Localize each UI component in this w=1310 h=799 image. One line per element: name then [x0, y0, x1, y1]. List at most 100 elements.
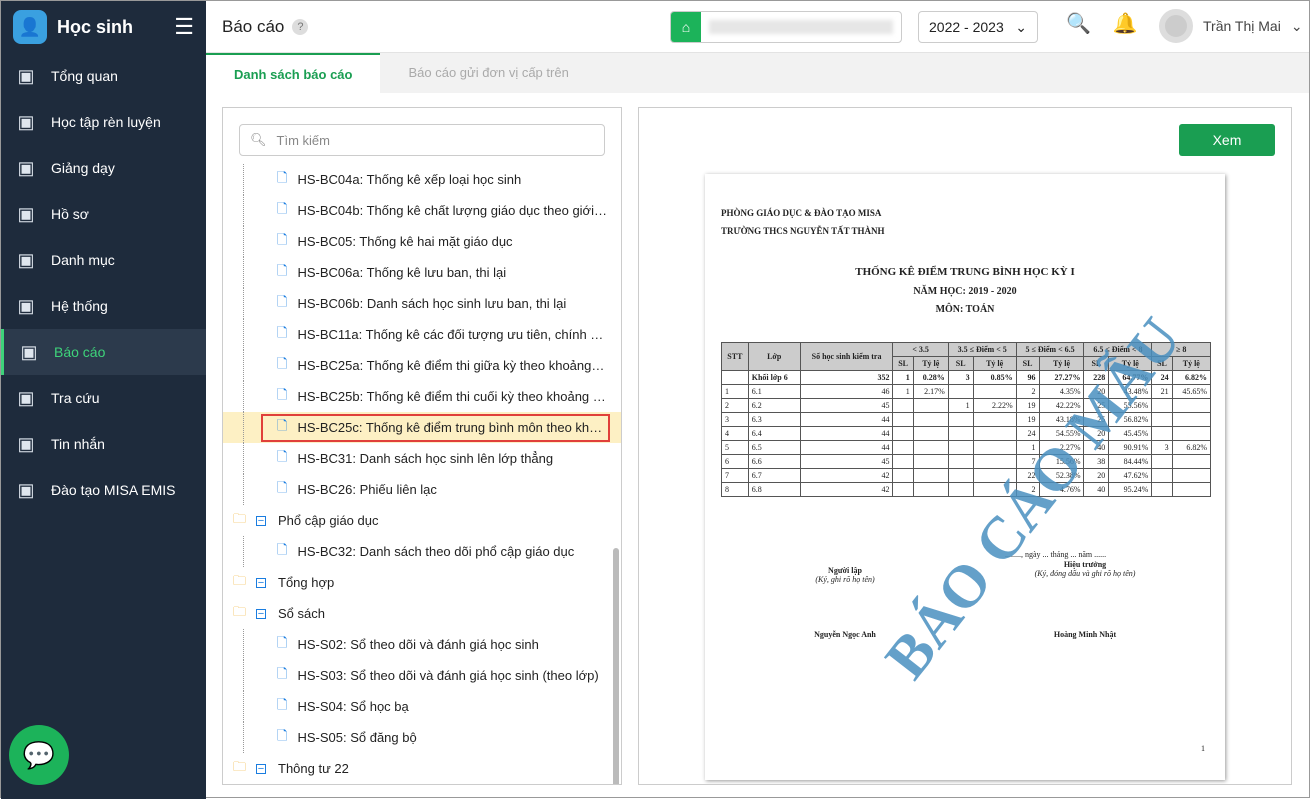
- table-cell: 3: [947, 370, 974, 385]
- th: Tỷ lệ: [972, 356, 1017, 371]
- sidebar-item[interactable]: ▣ Học tập rèn luyện: [1, 99, 206, 145]
- table-cell: [947, 454, 974, 469]
- tree-report-item[interactable]: 🗋 HS-BC32: Danh sách theo dõi phổ cập giá…: [223, 536, 621, 567]
- tree-folder[interactable]: 🗀 − Sổ sách: [223, 598, 621, 629]
- table-cell: [1151, 398, 1173, 413]
- chevron-down-icon: ⌄: [1290, 17, 1303, 34]
- sidebar-item[interactable]: ▣ Tin nhắn: [1, 421, 206, 467]
- tree-folder[interactable]: 🗀 − Thông tư 22: [223, 753, 621, 784]
- table-row: 5 6.5 44 1 2.27% 40 90.91% 3 6.82%: [721, 440, 1212, 455]
- file-icon: 🗋: [277, 479, 288, 495]
- th: Lớp: [747, 342, 801, 371]
- table-cell: [947, 412, 974, 427]
- book-icon: ▣: [17, 111, 35, 132]
- sidebar-item[interactable]: ▣ Tổng quan: [1, 53, 206, 99]
- table-cell: 47.62%: [1108, 468, 1153, 483]
- tree-report-item[interactable]: 🗋 HS-BC11a: Thống kê các đối tượng ưu tiê…: [223, 319, 621, 350]
- sidebar-item[interactable]: ▣ Hồ sơ: [1, 191, 206, 237]
- table-cell: [972, 454, 1017, 469]
- table-cell: 27.27%: [1038, 370, 1085, 385]
- sidebar-item-label: Tổng quan: [51, 68, 118, 84]
- table-cell: 95.24%: [1108, 482, 1153, 497]
- sidebar-item[interactable]: ▣ Báo cáo: [1, 329, 206, 375]
- table-cell: 2: [721, 398, 749, 413]
- app-logo-icon: 👤: [13, 10, 47, 44]
- collapse-icon[interactable]: −: [256, 763, 267, 774]
- table-cell: [947, 426, 974, 441]
- report-label: HS-BC26: Phiếu liên lạc: [297, 482, 437, 497]
- page-number: 1: [1201, 744, 1205, 753]
- menu-toggle-icon[interactable]: ☰: [174, 14, 194, 40]
- tree-folder[interactable]: 🗀 − Tổng hợp: [223, 567, 621, 598]
- tree-report-item[interactable]: 🗋 HS-BC25b: Thống kê điểm thi cuối kỳ the…: [223, 381, 621, 412]
- tree-report-item[interactable]: 🗋 HS-S05: Sổ đăng bộ: [223, 722, 621, 753]
- th: 3.5 ≤ Điểm < 5: [947, 342, 1017, 357]
- tree-report-item[interactable]: 🗋 HS-BC26: Phiếu liên lạc: [223, 474, 621, 505]
- collapse-icon[interactable]: −: [256, 608, 267, 619]
- search-chart-icon[interactable]: 🔍: [1066, 11, 1091, 36]
- search-input[interactable]: 🔍︎ Tìm kiếm: [239, 124, 605, 156]
- table-cell: [1171, 412, 1212, 427]
- table-cell: [912, 426, 949, 441]
- tree-report-item[interactable]: 🗋 HS-BC04b: Thống kê chất lượng giáo dục …: [223, 195, 621, 226]
- report-label: HS-S05: Sổ đăng bộ: [297, 730, 417, 745]
- folder-label: Tổng hợp: [278, 575, 335, 590]
- user-menu[interactable]: Trần Thị Mai ⌄: [1159, 9, 1303, 43]
- table-cell: [912, 412, 949, 427]
- help-icon[interactable]: ?: [292, 18, 309, 35]
- file-icon: 🗋: [277, 200, 288, 216]
- table-cell: 6.4: [747, 426, 801, 441]
- table-row: 8 6.8 42 2 4.76% 40 95.24%: [721, 482, 1212, 497]
- tree-report-item[interactable]: 🗋 HS-BC06a: Thống kê lưu ban, thi lại: [223, 257, 621, 288]
- tree-report-item[interactable]: 🗋 HS-BC25c: Thống kê điểm trung bình môn …: [223, 412, 621, 443]
- th: < 3.5: [892, 342, 949, 357]
- report-label: HS-S03: Sổ theo dõi và đánh giá học sinh…: [297, 668, 599, 683]
- tree-report-item[interactable]: 🗋 HS-S02: Sổ theo dõi và đánh giá học sin…: [223, 629, 621, 660]
- table-cell: [1171, 426, 1212, 441]
- document-icon: ▣: [17, 203, 35, 224]
- scrollbar[interactable]: [613, 548, 619, 784]
- tree-folder[interactable]: 🗀 − Phổ cập giáo dục: [223, 505, 621, 536]
- school-selector[interactable]: ⌂: [670, 11, 902, 43]
- org-name: PHÒNG GIÁO DỤC & ĐÀO TẠO MISA: [721, 208, 882, 218]
- table-cell: 42: [799, 468, 894, 483]
- sidebar-item-label: Đào tạo MISA EMIS: [51, 482, 176, 498]
- sidebar-item[interactable]: ▣ Hệ thống: [1, 283, 206, 329]
- sidebar-item[interactable]: ▣ Tra cứu: [1, 375, 206, 421]
- tree-report-item[interactable]: 🗋 HS-BC05: Thống kê hai mặt giáo dục: [223, 226, 621, 257]
- year-value: 2022 - 2023: [929, 19, 1004, 35]
- gear-icon: ▣: [17, 295, 35, 316]
- tab-report-to-superior[interactable]: Báo cáo gửi đơn vị cấp trên: [380, 53, 596, 93]
- table-cell: 2: [1015, 384, 1040, 399]
- table-cell: 6.6: [747, 454, 801, 469]
- collapse-icon[interactable]: −: [256, 515, 267, 526]
- table-cell: 8: [721, 482, 749, 497]
- tree-report-item[interactable]: 🗋 HS-BC31: Danh sách học sinh lên lớp thẳ…: [223, 443, 621, 474]
- table-cell: 1: [892, 384, 914, 399]
- tree-report-item[interactable]: 🗋 HS-BC06b: Danh sách học sinh lưu ban, t…: [223, 288, 621, 319]
- tree-report-item[interactable]: 🗋 HS-S04: Sổ học bạ: [223, 691, 621, 722]
- tree-report-item[interactable]: 🗋 HS-S03: Sổ theo dõi và đánh giá học sin…: [223, 660, 621, 691]
- collapse-icon[interactable]: −: [256, 577, 267, 588]
- file-icon: 🗋: [277, 541, 288, 557]
- report-title: THỐNG KÊ ĐIỂM TRUNG BÌNH HỌC KỲ I: [855, 266, 1075, 278]
- app-name: Học sinh: [57, 16, 134, 37]
- bell-icon[interactable]: 🔔: [1113, 11, 1138, 36]
- maker-note: (Ký, ghi rõ họ tên): [815, 575, 875, 584]
- sidebar-item[interactable]: ▣ Đào tạo MISA EMIS: [1, 467, 206, 513]
- tree-report-item[interactable]: 🗋 HS-BC04a: Thống kê xếp loại học sinh: [223, 164, 621, 195]
- sidebar-item[interactable]: ▣ Danh mục: [1, 237, 206, 283]
- year-select[interactable]: 2022 - 2023 ⌄: [918, 11, 1038, 43]
- sidebar-item[interactable]: ▣ Giảng dạy: [1, 145, 206, 191]
- folder-label: Thông tư 22: [278, 761, 349, 776]
- tab-report-list[interactable]: Danh sách báo cáo: [206, 53, 381, 93]
- view-button[interactable]: Xem: [1179, 124, 1275, 156]
- chat-button[interactable]: 💬: [9, 725, 69, 785]
- table-cell: 1: [892, 370, 914, 385]
- search-icon: 🔍︎: [250, 132, 267, 147]
- tree-report-item[interactable]: 🗋 HS-BC25a: Thống kê điểm thi giữa kỳ the…: [223, 350, 621, 381]
- report-label: HS-BC06b: Danh sách học sinh lưu ban, th…: [297, 296, 567, 311]
- sidebar-item-label: Hệ thống: [51, 298, 108, 314]
- table-cell: [1171, 454, 1212, 469]
- table-cell: [912, 454, 949, 469]
